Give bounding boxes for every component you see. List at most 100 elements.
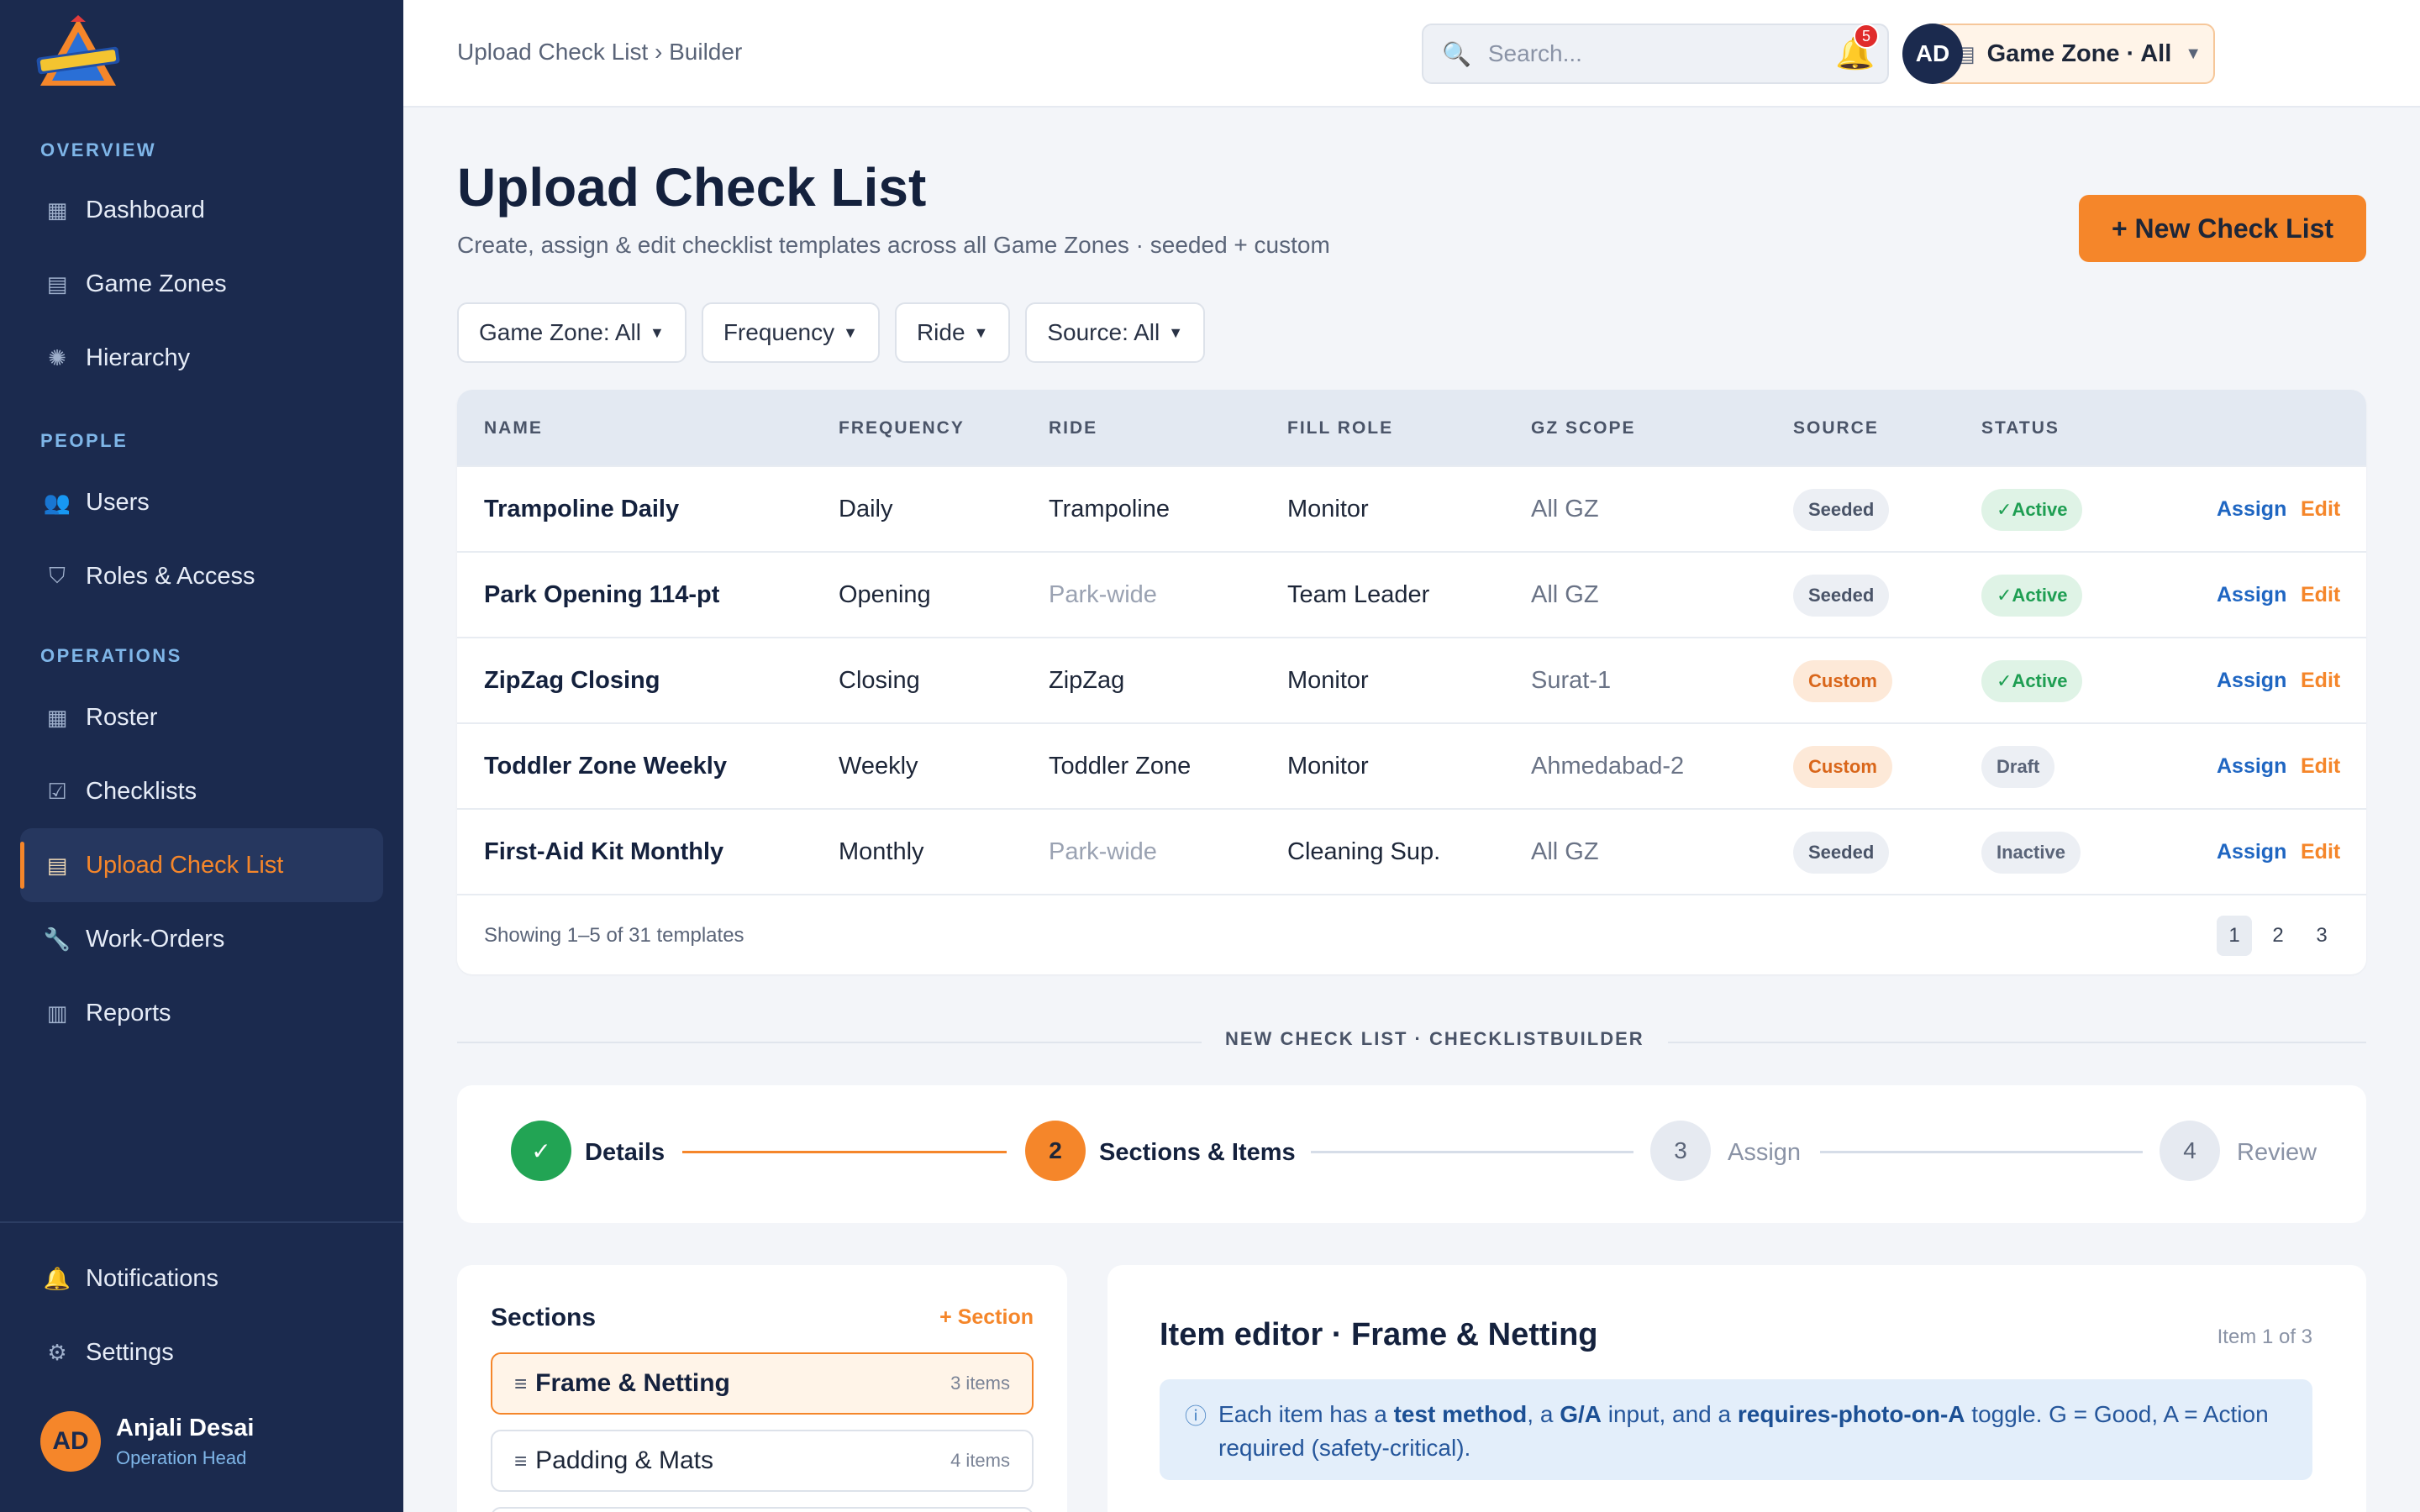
topbar: Upload Check List › Builder 🔍 ▤ Game Zon… [403, 0, 2420, 108]
breadcrumb: Upload Check List › Builder [457, 39, 743, 65]
template-name[interactable]: ZipZag Closing [484, 667, 660, 695]
sidebar-item-checklists[interactable]: ☑ Checklists [20, 754, 383, 828]
table-header: NAME FREQUENCY RIDE FILL ROLE GZ SCOPE S… [457, 390, 2366, 465]
table-row[interactable]: Toddler Zone Weekly Weekly Toddler Zone … [457, 722, 2366, 808]
sidebar-item-label: Roster [86, 703, 158, 731]
search-input[interactable] [1487, 40, 1875, 67]
step-1-label[interactable]: Details [585, 1139, 665, 1167]
template-name[interactable]: Park Opening 114-pt [484, 581, 719, 609]
step-3-number[interactable]: 3 [1650, 1121, 1711, 1181]
sidebar-item-work-orders[interactable]: 🔧 Work-Orders [20, 902, 383, 976]
template-fill-role: Monitor [1287, 496, 1369, 522]
user-role: Operation Head [116, 1446, 247, 1468]
pagination: 1 2 3 [2217, 916, 2339, 956]
column-header-fill-role[interactable]: FILL ROLE [1287, 418, 1393, 438]
assign-link[interactable]: Assign [2217, 497, 2286, 522]
page-button-2[interactable]: 2 [2260, 916, 2296, 956]
sidebar-item-label: Users [86, 488, 150, 516]
sidebar-item-label: Roles & Access [86, 562, 255, 590]
page-button-1[interactable]: 1 [2217, 916, 2252, 956]
building-icon: ▤ [46, 270, 68, 297]
column-header-gz-scope[interactable]: GZ SCOPE [1531, 418, 1636, 438]
template-name[interactable]: Trampoline Daily [484, 496, 679, 523]
sidebar-item-label: Work-Orders [86, 925, 225, 953]
sections-title: Sections [491, 1304, 597, 1331]
page-button-3[interactable]: 3 [2304, 916, 2339, 956]
sidebar-item-hierarchy[interactable]: ✺ Hierarchy [20, 321, 383, 395]
avatar[interactable]: AD [1902, 24, 1963, 84]
assign-link[interactable]: Assign [2217, 840, 2286, 864]
source-badge: Custom [1793, 746, 1892, 788]
new-check-list-button[interactable]: + New Check List [2079, 195, 2366, 262]
template-fill-role: Cleaning Sup. [1287, 838, 1441, 865]
source-badge: Custom [1793, 660, 1892, 702]
status-badge: ✓Active [1981, 489, 2083, 531]
search-box[interactable]: 🔍 [1422, 24, 1889, 84]
section-item[interactable]: ≡ Padding & Mats 4 items [491, 1430, 1034, 1492]
sidebar-item-users[interactable]: 👥 Users [20, 465, 383, 539]
table-row[interactable]: ZipZag Closing Closing ZipZag Monitor Su… [457, 637, 2366, 722]
table-row[interactable]: Trampoline Daily Daily Trampoline Monito… [457, 465, 2366, 551]
edit-link[interactable]: Edit [2301, 669, 2340, 693]
sidebar-item-dashboard[interactable]: ▦ Dashboard [20, 173, 383, 247]
sidebar-item-roster[interactable]: ▦ Roster [20, 680, 383, 754]
sidebar-item-label: Hierarchy [86, 344, 191, 371]
filter-frequency[interactable]: Frequency ▼ [701, 302, 880, 363]
filter-game-zone[interactable]: Game Zone: All ▼ [457, 302, 687, 363]
sidebar-item-upload-check-list[interactable]: ▤ Upload Check List [20, 828, 383, 902]
sidebar-item-label: Checklists [86, 777, 197, 805]
user-card[interactable]: AD Anjali Desai Operation Head [40, 1411, 254, 1472]
table-row[interactable]: First-Aid Kit Monthly Monthly Park-wide … [457, 808, 2366, 894]
sidebar-item-roles[interactable]: ⛉ Roles & Access [20, 539, 383, 613]
template-name[interactable]: Toddler Zone Weekly [484, 753, 727, 780]
notification-count-badge: 5 [1854, 24, 1879, 49]
assign-link[interactable]: Assign [2217, 583, 2286, 607]
column-header-frequency[interactable]: FREQUENCY [839, 418, 965, 438]
template-fill-role: Monitor [1287, 753, 1369, 780]
step-2-number[interactable]: 2 [1025, 1121, 1086, 1181]
sidebar-item-label: Game Zones [86, 270, 227, 297]
game-zone-select[interactable]: ▤ Game Zone · All ▼ [1933, 24, 2215, 84]
template-fill-role: Team Leader [1287, 581, 1430, 608]
sidebar-item-game-zones[interactable]: ▤ Game Zones [20, 247, 383, 321]
sidebar-item-notifications[interactable]: 🔔 Notifications [20, 1242, 383, 1315]
edit-link[interactable]: Edit [2301, 840, 2340, 864]
info-icon: ⓘ [1185, 1404, 1207, 1429]
section-item[interactable] [491, 1507, 1034, 1512]
drag-handle-icon[interactable]: ≡ [514, 1371, 527, 1397]
step-1-check-icon[interactable]: ✓ [511, 1121, 571, 1181]
user-name: Anjali Desai [116, 1414, 255, 1441]
add-section-button[interactable]: + Section [939, 1305, 1034, 1330]
filter-ride[interactable]: Ride ▼ [894, 302, 1011, 363]
brand-logo[interactable] [32, 15, 124, 92]
column-header-source[interactable]: SOURCE [1793, 418, 1879, 438]
column-header-status[interactable]: STATUS [1981, 418, 2060, 438]
section-item[interactable]: ≡ Frame & Netting 3 items [491, 1352, 1034, 1415]
step-2-label[interactable]: Sections & Items [1099, 1139, 1296, 1167]
source-badge: Seeded [1793, 489, 1890, 531]
template-scope: All GZ [1531, 581, 1599, 608]
chevron-down-icon: ▼ [1168, 323, 1184, 341]
assign-link[interactable]: Assign [2217, 669, 2286, 693]
edit-link[interactable]: Edit [2301, 754, 2340, 779]
section-label: Frame & Netting [535, 1369, 730, 1397]
table-row[interactable]: Park Opening 114-pt Opening Park-wide Te… [457, 551, 2366, 637]
sidebar-item-label: Reports [86, 999, 171, 1026]
bell-icon: 🔔 [43, 1265, 71, 1291]
column-header-name[interactable]: NAME [484, 418, 543, 438]
step-4-number[interactable]: 4 [2160, 1121, 2220, 1181]
calendar-icon: ▦ [46, 704, 68, 730]
assign-link[interactable]: Assign [2217, 754, 2286, 779]
sidebar-divider [0, 1221, 403, 1223]
edit-link[interactable]: Edit [2301, 497, 2340, 522]
filter-bar: Game Zone: All ▼ Frequency ▼ Ride ▼ Source:… [457, 302, 1206, 363]
step-3-label[interactable]: Assign [1728, 1139, 1801, 1167]
drag-handle-icon[interactable]: ≡ [514, 1448, 527, 1474]
filter-source[interactable]: Source: All ▼ [1025, 302, 1206, 363]
edit-link[interactable]: Edit [2301, 583, 2340, 607]
column-header-ride[interactable]: RIDE [1049, 418, 1097, 438]
sidebar-item-reports[interactable]: ▥ Reports [20, 976, 383, 1050]
sidebar-item-settings[interactable]: ⚙ Settings [20, 1315, 383, 1389]
step-4-label[interactable]: Review [2237, 1139, 2317, 1167]
template-name[interactable]: First-Aid Kit Monthly [484, 838, 723, 866]
